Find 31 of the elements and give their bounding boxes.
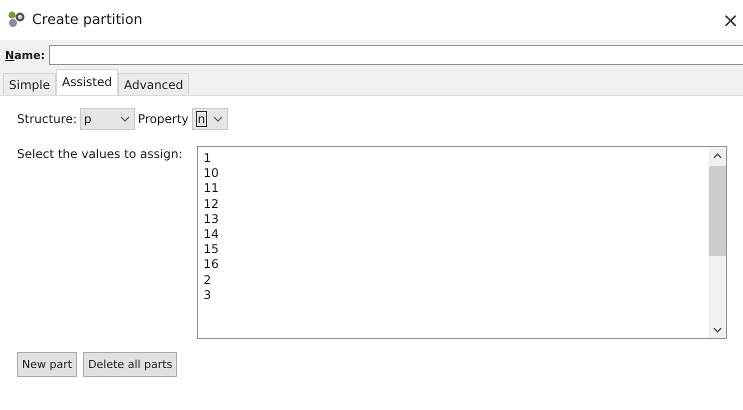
close-button[interactable]: × [718, 8, 743, 32]
values-list[interactable]: 1 10 11 12 13 14 15 16 2 3 [196, 146, 727, 339]
list-item[interactable]: 16 [204, 257, 709, 273]
list-item[interactable]: 11 [204, 181, 709, 197]
structure-label: Structure: [17, 112, 77, 126]
chevron-down-icon[interactable] [712, 327, 722, 333]
list-item[interactable]: 12 [204, 196, 709, 212]
tab[interactable]: Assisted [56, 69, 118, 95]
button[interactable]: New part [17, 352, 78, 377]
list-item[interactable]: 10 [204, 166, 709, 182]
list-item[interactable]: 14 [204, 227, 709, 242]
chevron-down-icon [213, 116, 224, 122]
list-item[interactable]: 2 [204, 272, 709, 288]
scrollbar[interactable] [708, 147, 726, 338]
tab[interactable]: Advanced [118, 73, 190, 95]
structure-dropdown[interactable]: p [80, 108, 135, 130]
name-label: Name: [5, 48, 45, 62]
tab[interactable]: Simple [3, 73, 56, 95]
list-item[interactable]: 1 [204, 151, 709, 166]
chevron-down-icon [120, 116, 130, 122]
app-icon [6, 10, 26, 30]
list-item[interactable]: 3 [204, 288, 709, 304]
button[interactable]: Delete all parts [83, 352, 178, 377]
list-item[interactable]: 13 [204, 212, 709, 228]
name-field[interactable] [48, 45, 743, 65]
property-dropdown[interactable]: n [192, 108, 228, 130]
property-label: Property [138, 112, 189, 126]
window-title: Create partition [32, 12, 142, 28]
list-item[interactable]: 15 [204, 242, 709, 258]
values-label: Select the values to assign: [17, 147, 183, 161]
chevron-up-icon[interactable] [712, 153, 722, 159]
